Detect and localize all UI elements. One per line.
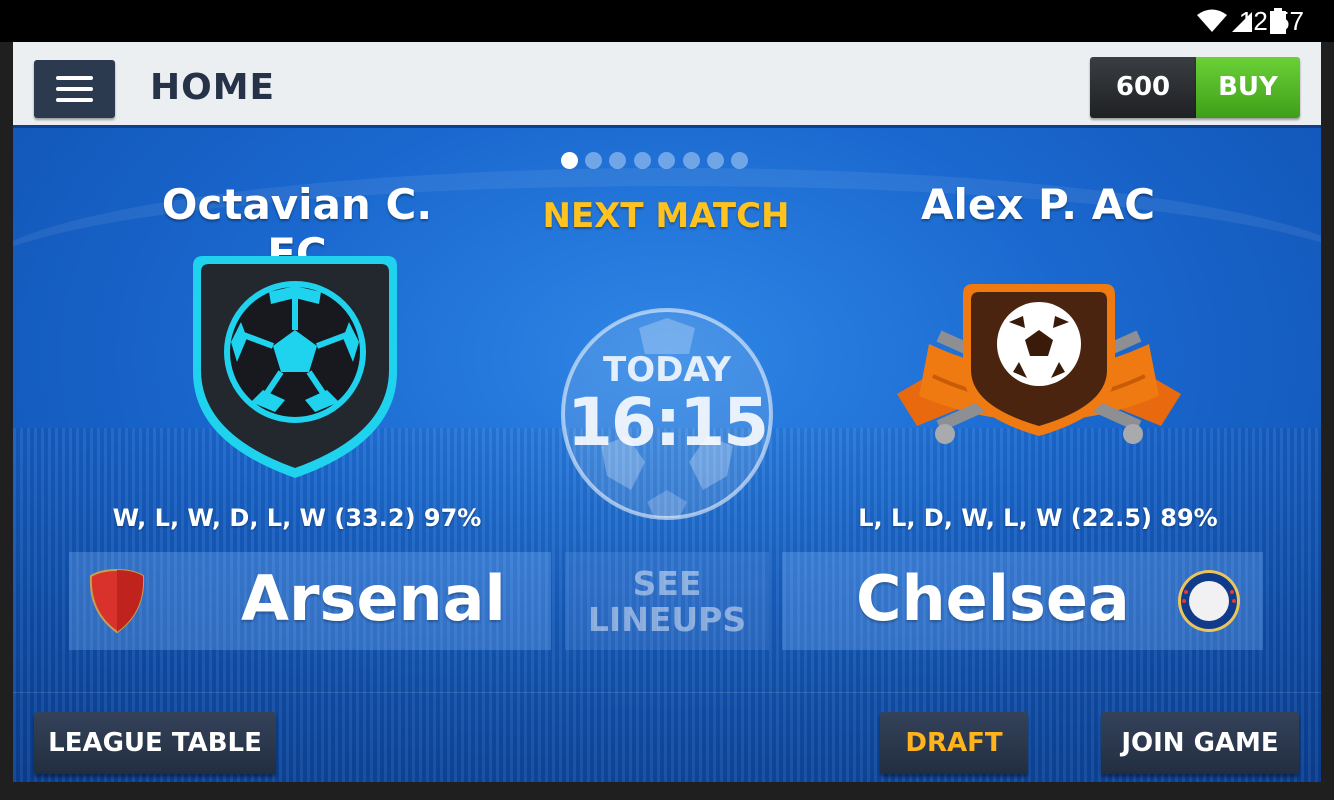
draft-button[interactable]: DRAFT (880, 712, 1028, 774)
wifi-icon (1197, 9, 1227, 32)
away-form: L, L, D, W, L, W (22.5) 89% (858, 504, 1218, 532)
away-manager-name: Alex P. AC (920, 180, 1156, 229)
soccer-ball-shield-icon (193, 256, 397, 478)
carousel-dot[interactable] (609, 152, 626, 169)
soccer-ball-swords-crest-icon (897, 284, 1181, 444)
home-club-card[interactable]: Arsenal (69, 552, 551, 650)
hamburger-icon-line (56, 76, 93, 80)
status-bar: 12:57 (0, 0, 1334, 42)
next-match-label: NEXT MATCH (542, 196, 790, 236)
away-club-name: Chelsea (856, 562, 1130, 635)
menu-button[interactable] (34, 60, 115, 118)
clock: 12:57 (1238, 6, 1304, 36)
see-lineups-label: LINEUPS (587, 600, 747, 639)
join-game-button[interactable]: JOIN GAME (1101, 712, 1299, 774)
app-bar: HOME 600 BUY (13, 42, 1321, 128)
carousel-dot[interactable] (707, 152, 724, 169)
see-lineups-label: SEE (632, 564, 702, 603)
hamburger-icon-line (56, 87, 93, 91)
coin-balance: 600 (1090, 57, 1196, 118)
app-window: HOME 600 BUY Octavian C. FC NEXT MATCH A… (13, 42, 1321, 782)
league-table-button[interactable]: LEAGUE TABLE (34, 712, 276, 774)
carousel-dot[interactable] (561, 152, 578, 169)
carousel-dot[interactable] (683, 152, 700, 169)
carousel-dot[interactable] (731, 152, 748, 169)
carousel-dot[interactable] (634, 152, 651, 169)
buy-button[interactable]: BUY (1196, 57, 1300, 118)
carousel-dot[interactable] (585, 152, 602, 169)
match-panel[interactable]: Octavian C. FC NEXT MATCH Alex P. AC TOD… (13, 128, 1321, 782)
page-title: HOME (150, 67, 276, 108)
chelsea-badge-icon (1178, 570, 1240, 632)
divider (13, 692, 1321, 693)
kickoff-time: 16:15 (566, 384, 769, 461)
home-club-name: Arsenal (241, 562, 506, 635)
away-club-card[interactable]: Chelsea (782, 552, 1263, 650)
home-form: W, L, W, D, L, W (33.2) 97% (112, 504, 482, 532)
carousel-dot[interactable] (658, 152, 675, 169)
arsenal-shield-icon (89, 568, 145, 634)
hamburger-icon-line (56, 98, 93, 102)
see-lineups-button[interactable]: SEE LINEUPS (565, 552, 769, 650)
